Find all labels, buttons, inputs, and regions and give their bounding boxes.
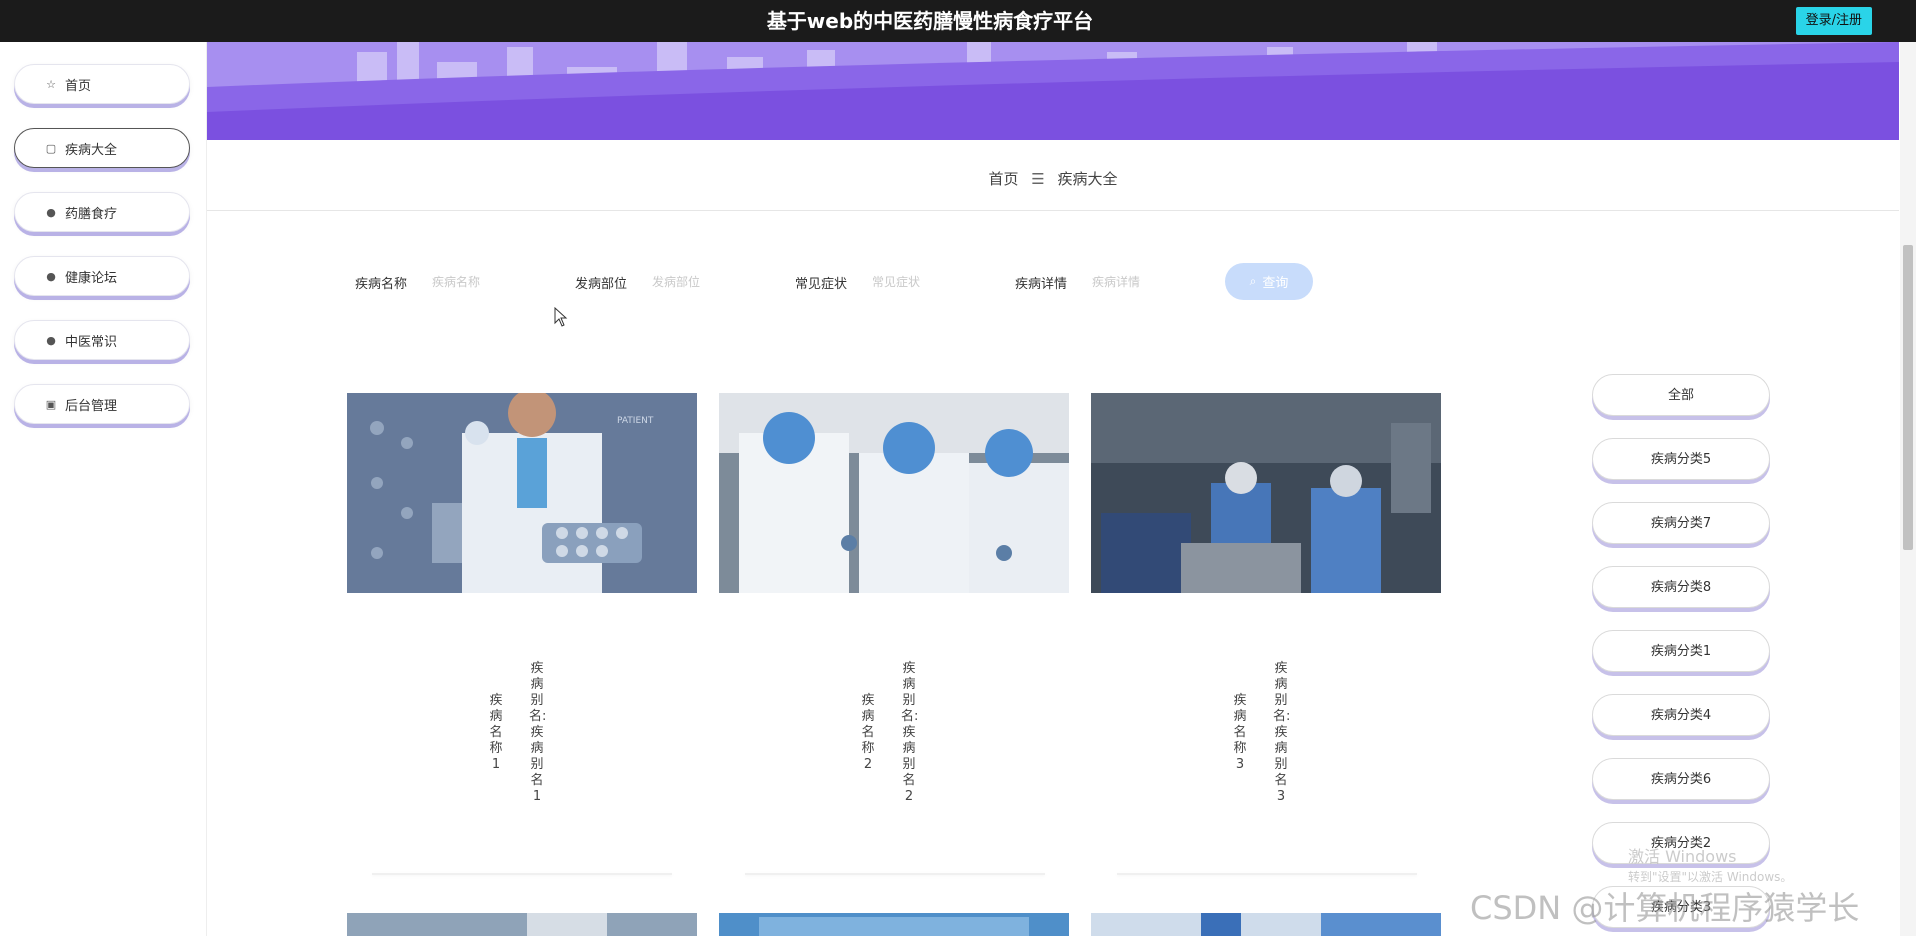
city-skyline-graphic [207,42,1899,140]
disease-name-text: 疾病名称2 [861,693,875,772]
disease-card-image[interactable] [719,913,1069,936]
disease-alias-text: 疾病别名:疾病别名2 [901,661,919,804]
info-icon: ● [46,205,56,219]
divider [207,210,1899,211]
disease-card-image[interactable] [1091,913,1441,936]
scrollbar-thumb[interactable] [1903,245,1913,550]
breadcrumb: 首页 ☰ 疾病大全 [207,168,1899,189]
sidebar-item-label: 健康论坛 [65,270,118,286]
breadcrumb-current: 疾病大全 [1057,170,1118,188]
info-icon: ● [46,333,56,347]
sidebar-item-label: 首页 [65,78,92,94]
category-button[interactable]: 疾病分类6 [1592,758,1770,800]
category-button[interactable]: 全部 [1592,374,1770,416]
disease-card-image[interactable]: PATIENT [347,393,697,593]
csdn-watermark: CSDN @计算机程序猿学长 [1470,889,1860,927]
sidebar-item-tcm-knowledge[interactable]: ● 中医常识 [14,320,190,360]
question-icon: ● [46,269,56,283]
svg-text:PATIENT: PATIENT [617,416,654,426]
bag-icon: ▢ [45,141,57,155]
sidebar-item-label: 疾病大全 [65,142,118,158]
sidebar-item-diet-therapy[interactable]: ● 药膳食疗 [14,192,190,232]
card-divider [1117,873,1417,875]
top-bar: 基于web的中医药膳慢性病食疗平台 登录/注册 [0,0,1916,42]
category-button[interactable]: 疾病分类7 [1592,502,1770,544]
symptoms-input[interactable] [870,268,984,296]
disease-card-image[interactable] [719,393,1069,593]
disease-alias-text: 疾病别名:疾病别名3 [1273,661,1291,804]
search-label-body-part: 发病部位 [575,277,628,292]
sidebar-item-forum[interactable]: ● 健康论坛 [14,256,190,296]
sidebar-item-label: 药膳食疗 [65,206,118,222]
sidebar: ☆ 首页 ▢ 疾病大全 ● 药膳食疗 ● 健康论坛 ● 中医常识 ▣ 后台管理 [0,42,207,936]
breadcrumb-home[interactable]: 首页 [988,170,1018,188]
sidebar-item-home[interactable]: ☆ 首页 [14,64,190,104]
sidebar-item-label: 后台管理 [65,398,118,414]
disease-alias-text: 疾病别名:疾病别名1 [529,661,547,804]
search-label-disease-name: 疾病名称 [355,277,408,292]
briefcase-icon: ▣ [45,397,57,411]
category-button[interactable]: 疾病分类1 [1592,630,1770,672]
category-button[interactable]: 疾病分类8 [1592,566,1770,608]
category-button[interactable]: 疾病分类5 [1592,438,1770,480]
search-icon: ⌕ [1249,274,1257,288]
disease-card-image[interactable] [1091,393,1441,593]
sidebar-item-diseases[interactable]: ▢ 疾病大全 [14,128,190,168]
sidebar-item-admin[interactable]: ▣ 后台管理 [14,384,190,424]
menu-icon: ☰ [1031,170,1045,188]
login-register-button[interactable]: 登录/注册 [1795,7,1872,35]
body-part-input[interactable] [650,268,764,296]
disease-name-text: 疾病名称1 [489,693,503,772]
disease-name-text: 疾病名称3 [1233,693,1247,772]
sidebar-item-label: 中医常识 [65,334,118,350]
card-divider [745,873,1045,875]
banner [207,42,1899,140]
windows-activation-watermark: 激活 Windows [1628,847,1737,866]
search-button[interactable]: ⌕ 查询 [1225,263,1313,300]
search-label-details: 疾病详情 [1015,277,1068,292]
search-label-symptoms: 常见症状 [795,277,848,292]
disease-name-input[interactable] [430,268,544,296]
mouse-cursor-icon [554,307,568,327]
disease-card-image[interactable] [347,913,697,936]
card-divider [372,873,672,875]
star-icon: ☆ [46,77,56,91]
site-title: 基于web的中医药膳慢性病食疗平台 [766,9,1094,33]
search-button-label: 查询 [1262,276,1289,291]
details-input[interactable] [1090,268,1204,296]
category-button[interactable]: 疾病分类4 [1592,694,1770,736]
